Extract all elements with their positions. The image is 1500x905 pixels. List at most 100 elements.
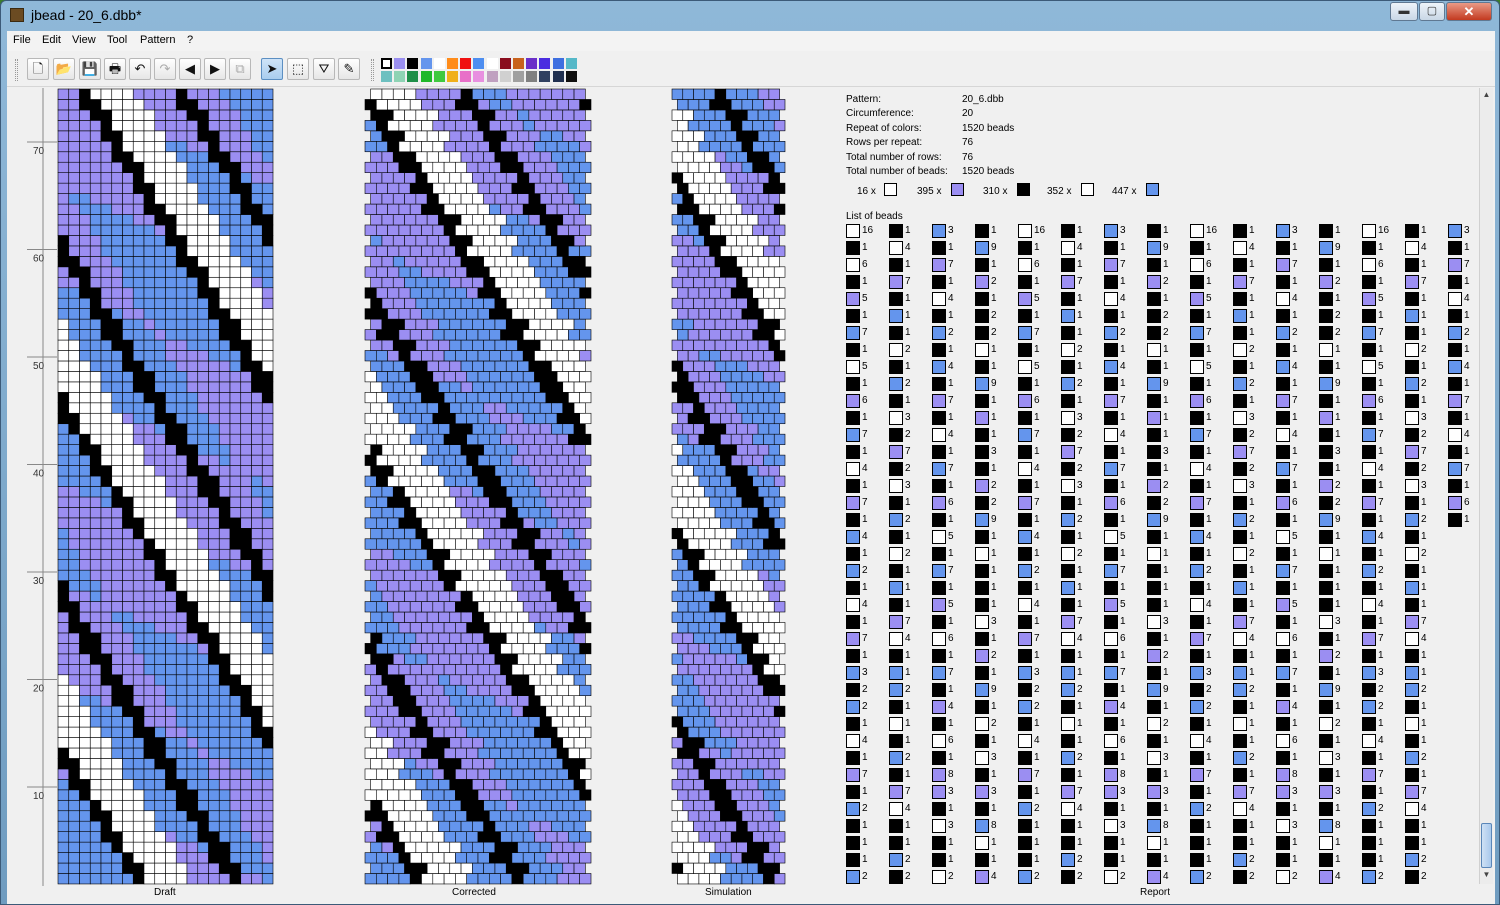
bead-cell bbox=[364, 580, 377, 592]
menu-help[interactable]: ? bbox=[187, 34, 193, 46]
save-icon[interactable]: 💾 bbox=[79, 58, 101, 80]
bead-cell bbox=[229, 120, 242, 132]
palette-swatch[interactable] bbox=[552, 58, 564, 69]
print-icon[interactable]: 🖶 bbox=[104, 58, 126, 80]
toolbar-grip[interactable] bbox=[371, 59, 374, 81]
palette-swatch[interactable] bbox=[486, 58, 498, 69]
bead-cell bbox=[229, 789, 242, 801]
palette-swatch[interactable] bbox=[394, 58, 406, 69]
palette-swatch[interactable] bbox=[513, 71, 524, 82]
bead-count: 7 bbox=[1464, 259, 1470, 270]
bead-cell bbox=[122, 820, 134, 832]
menu-pattern[interactable]: Pattern bbox=[140, 34, 175, 46]
shift-right-icon[interactable]: ▶ bbox=[204, 58, 226, 80]
palette-swatch[interactable] bbox=[526, 71, 538, 82]
bead-cell bbox=[703, 674, 716, 686]
palette-swatch[interactable] bbox=[447, 58, 458, 69]
bead-color-swatch bbox=[1061, 530, 1075, 544]
bead-cell bbox=[720, 412, 732, 425]
menu-edit[interactable]: Edit bbox=[42, 34, 61, 46]
palette-swatch[interactable] bbox=[460, 71, 472, 82]
bead-color-swatch bbox=[1147, 292, 1161, 306]
palette-swatch[interactable] bbox=[499, 71, 511, 82]
undo-icon[interactable]: ↶ bbox=[129, 58, 151, 80]
bead-cell bbox=[143, 747, 156, 759]
palette-swatch[interactable] bbox=[513, 58, 524, 69]
new-icon[interactable]: 🗋 bbox=[27, 58, 49, 80]
palette-swatch[interactable] bbox=[460, 58, 472, 69]
palette-swatch[interactable] bbox=[381, 71, 392, 82]
picker-tool-icon[interactable]: ✎ bbox=[338, 58, 360, 80]
copy-icon[interactable]: ⧉ bbox=[229, 58, 251, 80]
bead-cell bbox=[175, 705, 188, 717]
open-icon[interactable]: 📂 bbox=[53, 58, 75, 80]
palette-swatch[interactable] bbox=[565, 58, 577, 69]
app-window: jbead - 20_6.dbb* ▬ ▢ ✕ File Edit View T… bbox=[0, 0, 1500, 905]
palette-swatch[interactable] bbox=[420, 58, 432, 69]
toolbar-grip[interactable] bbox=[15, 59, 18, 81]
close-button[interactable]: ✕ bbox=[1446, 2, 1492, 21]
menu-tool[interactable]: Tool bbox=[107, 34, 127, 46]
vertical-scrollbar[interactable]: ▲ ▼ bbox=[1479, 88, 1493, 884]
scroll-down-icon[interactable]: ▼ bbox=[1481, 870, 1492, 882]
palette-swatch[interactable] bbox=[447, 71, 458, 82]
bead-cell bbox=[466, 454, 479, 466]
bead-color-swatch bbox=[1104, 785, 1118, 799]
bead-cell bbox=[579, 622, 592, 634]
shift-left-icon[interactable]: ◀ bbox=[179, 58, 201, 80]
palette-swatch[interactable] bbox=[433, 58, 445, 69]
maximize-button[interactable]: ▢ bbox=[1419, 2, 1445, 21]
fill-tool-icon[interactable]: ⛛ bbox=[313, 58, 335, 80]
bead-cell bbox=[432, 726, 445, 738]
palette-swatch[interactable] bbox=[407, 71, 419, 82]
bead-cell bbox=[488, 120, 501, 132]
bead-color-swatch bbox=[1104, 224, 1118, 238]
bead-cell bbox=[551, 130, 564, 142]
pointer-tool-icon[interactable]: ➤ bbox=[261, 58, 283, 80]
palette-swatch[interactable] bbox=[539, 71, 551, 82]
bead-cell bbox=[229, 130, 242, 142]
palette-swatch[interactable] bbox=[526, 58, 538, 69]
bead-count: 2 bbox=[1249, 344, 1255, 355]
bead-color-swatch bbox=[1147, 428, 1161, 442]
palette-swatch[interactable] bbox=[407, 58, 419, 69]
bead-cell bbox=[460, 172, 473, 184]
palette-swatch[interactable] bbox=[486, 71, 498, 82]
minimize-button[interactable]: ▬ bbox=[1390, 2, 1418, 21]
title-bar[interactable]: jbead - 20_6.dbb* ▬ ▢ ✕ bbox=[1, 1, 1499, 31]
bead-count: 1 bbox=[862, 412, 868, 423]
bead-color-swatch bbox=[975, 343, 989, 357]
bead-count: 1 bbox=[905, 259, 911, 270]
palette-swatch[interactable] bbox=[420, 71, 432, 82]
bead-cell bbox=[752, 538, 764, 550]
bead-cell bbox=[449, 444, 462, 456]
bead-cell bbox=[68, 224, 80, 236]
palette-swatch[interactable] bbox=[473, 58, 485, 69]
palette-swatch[interactable] bbox=[394, 71, 406, 82]
redo-icon[interactable]: ↷ bbox=[154, 58, 176, 80]
palette-swatch[interactable] bbox=[552, 71, 564, 82]
pattern-panes[interactable]: 70605040302010 bbox=[7, 88, 1495, 904]
bead-count: 7 bbox=[948, 565, 954, 576]
palette-swatch[interactable] bbox=[565, 71, 577, 82]
palette-swatch[interactable] bbox=[499, 58, 511, 69]
bead-count: 1 bbox=[948, 837, 954, 848]
bead-cell bbox=[229, 182, 242, 194]
bead-cell bbox=[100, 433, 113, 445]
bead-cell bbox=[165, 109, 177, 121]
bead-cell bbox=[57, 193, 70, 205]
bead-cell bbox=[677, 475, 689, 487]
palette-swatch[interactable] bbox=[473, 71, 485, 82]
menu-view[interactable]: View bbox=[72, 34, 96, 46]
report-key: Circumference: bbox=[846, 108, 914, 120]
menu-file[interactable]: File bbox=[13, 34, 31, 46]
scroll-up-icon[interactable]: ▲ bbox=[1481, 90, 1492, 102]
bead-cell bbox=[218, 88, 231, 100]
select-tool-icon[interactable]: ⬚ bbox=[287, 58, 309, 80]
palette-swatch[interactable] bbox=[381, 58, 392, 69]
scroll-thumb[interactable] bbox=[1481, 823, 1492, 868]
bead-cell bbox=[229, 779, 242, 791]
bead-cell bbox=[111, 193, 123, 205]
palette-swatch[interactable] bbox=[433, 71, 445, 82]
palette-swatch[interactable] bbox=[539, 58, 551, 69]
